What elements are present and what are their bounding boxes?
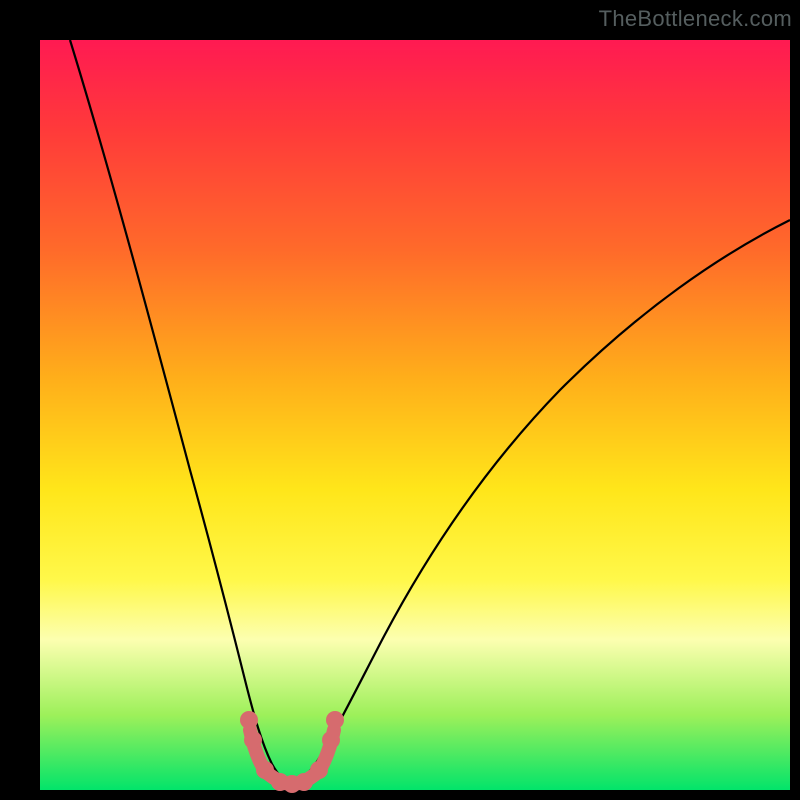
- bottleneck-curve-svg: [40, 40, 790, 790]
- bead-marker: [240, 711, 258, 729]
- bottleneck-curve: [70, 40, 790, 782]
- chart-frame: TheBottleneck.com: [0, 0, 800, 800]
- bead-marker: [326, 711, 344, 729]
- bead-marker: [322, 731, 340, 749]
- bead-marker: [256, 761, 274, 779]
- bead-marker: [244, 731, 262, 749]
- watermark-text: TheBottleneck.com: [599, 6, 792, 32]
- bead-marker: [310, 761, 328, 779]
- bead-marker: [295, 773, 313, 791]
- plot-area: [40, 40, 790, 790]
